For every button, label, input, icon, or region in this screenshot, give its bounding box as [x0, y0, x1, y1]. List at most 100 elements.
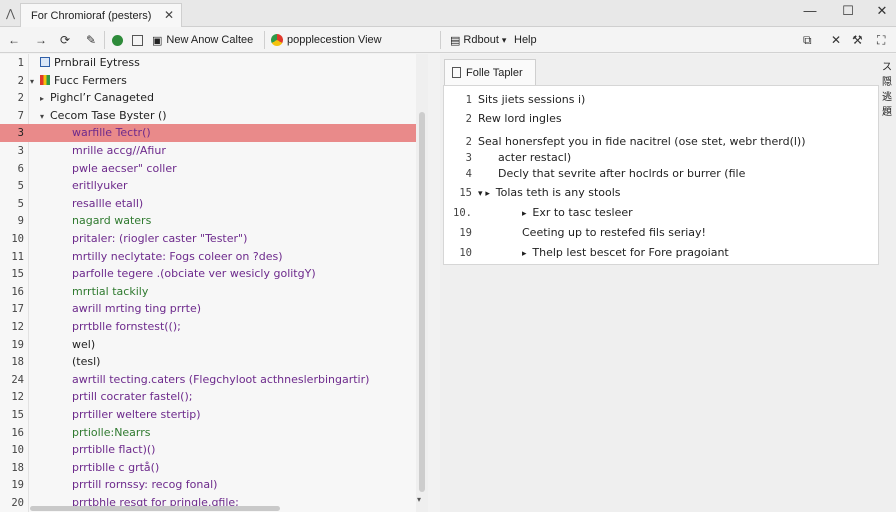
outline-item[interactable]: 10 ▸ Thelp lest bescet for Fore pragoiant: [444, 244, 878, 262]
expand-icon[interactable]: ⛶: [877, 31, 885, 49]
tree-arrow-icon[interactable]: ▸: [522, 249, 529, 259]
line-number: 19: [11, 479, 24, 492]
code-line[interactable]: 2 ▾ Fucc Fermers: [0, 72, 416, 90]
code-line-text: Cecom Tase Byster (): [50, 108, 167, 122]
code-line-text: (tesl): [72, 355, 101, 369]
outline-item-text: Thelp lest bescet for Fore pragoiant: [532, 246, 729, 259]
code-line[interactable]: 5 resallle etall): [0, 195, 416, 213]
run-icon[interactable]: [112, 31, 123, 49]
code-line-text: awrill mrting ting prrte): [72, 302, 202, 316]
outline-item-text: acter restacl): [498, 151, 572, 164]
scroll-down-icon[interactable]: ▾: [417, 495, 421, 504]
code-line[interactable]: 12 prrtblle fornstest(();: [0, 318, 416, 336]
line-number: 3: [17, 127, 24, 140]
code-line[interactable]: 17 awrill mrting ting prrte): [0, 300, 416, 318]
outline-text: Sits jiets sessions i): [478, 91, 585, 109]
code-line[interactable]: 19 prrtill rornssy: recog fonal): [0, 476, 416, 494]
outline-item[interactable]: 10. ▸ Exr to tasc tesleer: [444, 204, 878, 222]
new-button[interactable]: ▣ New Anow Caltee: [152, 31, 253, 49]
code-text: awrill mrting ting prrte): [72, 300, 201, 318]
code-text: (tesl): [72, 353, 100, 371]
title-bar: ⋀ For Chromioraf (pesters) ✕ — ☐ ✕: [0, 0, 896, 27]
code-line-highlighted[interactable]: 3 warfille Tectr(): [0, 124, 416, 143]
scrollbar-thumb[interactable]: [419, 112, 425, 492]
line-number: 19: [11, 338, 24, 351]
code-line[interactable]: 16 mrrtial tackily: [0, 283, 416, 301]
about-menu[interactable]: ▤ Rdbout ▾: [450, 31, 506, 49]
panel-icon[interactable]: ⧉: [803, 31, 812, 49]
code-line[interactable]: 24 awrtill tecting.caters (Flegchyloot ac…: [0, 371, 416, 389]
expand-arrow-icon[interactable]: ▾: [30, 73, 40, 91]
code-line[interactable]: 10 pritaler: (riogler caster "Tester"): [0, 230, 416, 248]
outline-item[interactable]: 2 Rew lord ingles: [444, 110, 878, 128]
tab-folle-tapler[interactable]: Folle Tapler: [444, 59, 536, 85]
code-line[interactable]: 10 prrtiblle flact)(): [0, 441, 416, 459]
forward-arrow-icon[interactable]: →: [35, 31, 47, 49]
toolbar-divider: [104, 31, 105, 49]
code-text: mrtilly neclytate: Fogs coleer on ?des): [72, 248, 283, 266]
outline-text: Rew lord ingles: [478, 110, 562, 128]
code-text: ▾ Fucc Fermers: [30, 72, 127, 91]
outline-item-text: Ceeting up to restefed fils seriay!: [522, 226, 706, 239]
outline-view[interactable]: 1 Sits jiets sessions i) 2 Rew lord ingles 2…: [443, 85, 879, 265]
line-number: 19: [459, 227, 472, 239]
tree-arrow-icon[interactable]: ▸: [522, 209, 529, 219]
line-number: 6: [17, 162, 24, 175]
code-line[interactable]: 19 wel): [0, 336, 416, 354]
folder-icon: [40, 57, 50, 67]
code-line[interactable]: 7 ▾ Cecom Tase Byster (): [0, 107, 416, 125]
close-x-icon[interactable]: ✕: [831, 31, 841, 49]
minimize-icon[interactable]: —: [800, 3, 820, 18]
code-line[interactable]: 2 ▸ Pighcl’r Canageted: [0, 89, 416, 107]
horizontal-scrollbar[interactable]: [30, 506, 280, 511]
outline-text: ▸ Thelp lest bescet for Fore pragoiant: [522, 244, 729, 263]
line-number: 24: [11, 373, 24, 386]
code-line[interactable]: 15 prrtiller weltere stertip): [0, 406, 416, 424]
outline-item[interactable]: 1 Sits jiets sessions i): [444, 91, 878, 109]
window-close-icon[interactable]: ✕: [872, 3, 892, 19]
code-line-text: prrtiblle flact)(): [72, 443, 156, 457]
code-line[interactable]: 12 prtill cocrater fastel();: [0, 388, 416, 406]
code-line[interactable]: 1 Prnbrail Eytress: [0, 54, 416, 72]
tab-close-icon[interactable]: ✕: [164, 8, 174, 22]
vertical-scrollbar[interactable]: ▾: [416, 54, 428, 512]
help-menu[interactable]: Help: [514, 31, 537, 49]
code-line[interactable]: 6 pwle aecser" coller: [0, 160, 416, 178]
outline-item[interactable]: 4 Decly that sevrite after hoclrds or bur…: [444, 165, 878, 183]
edit-pencil-icon[interactable]: ✎: [86, 31, 96, 49]
code-line[interactable]: 5 eritllyuker: [0, 177, 416, 195]
outline-text: ▾ ▸ Tolas teth is any stools: [478, 184, 621, 203]
maximize-icon[interactable]: ☐: [838, 3, 858, 19]
browser-view-button[interactable]: popplecestion View: [271, 31, 382, 49]
code-line-text: mrille accg//Afiur: [72, 144, 166, 157]
line-number: 2: [17, 92, 24, 105]
back-arrow-icon[interactable]: ←: [8, 31, 20, 49]
tools-icon[interactable]: ⚒: [852, 31, 863, 49]
code-text: wel): [72, 336, 95, 354]
code-line-text: Pighcl’r Canageted: [50, 91, 154, 105]
code-line[interactable]: 9 nagard waters: [0, 212, 416, 230]
line-number: 9: [17, 215, 24, 228]
refresh-icon[interactable]: ⟳: [60, 31, 70, 49]
code-line-text: prtill cocrater fastel();: [72, 390, 193, 404]
collapse-arrow-icon[interactable]: ▸: [40, 90, 50, 108]
code-line[interactable]: 16 prtiolle:Nearrs: [0, 424, 416, 442]
tree-arrow-icon[interactable]: ▾ ▸: [478, 189, 493, 199]
grid-icon[interactable]: [132, 31, 143, 49]
code-line[interactable]: 18 (tesl): [0, 353, 416, 371]
side-glyph-strip: ス隠逃題: [880, 60, 894, 120]
outline-item[interactable]: 19 Ceeting up to restefed fils seriay!: [444, 224, 878, 242]
code-editor[interactable]: 1 Prnbrail Eytress 2 ▾ Fucc Fermers 2 ▸ Pighcl’…: [0, 54, 428, 512]
code-text: ▾ Cecom Tase Byster (): [40, 107, 167, 126]
outline-item[interactable]: 15 ▾ ▸ Tolas teth is any stools: [444, 184, 878, 202]
browser-view-label: popplecestion View: [287, 34, 382, 46]
chevron-down-icon: ▾: [501, 34, 507, 45]
expand-arrow-icon[interactable]: ▾: [40, 108, 50, 126]
code-line[interactable]: 15 parfolle tegere .(obciate ver wesicly …: [0, 265, 416, 283]
code-line[interactable]: 3 mrille accg//Afiur: [0, 142, 416, 160]
side-glyph: 隠: [882, 77, 892, 88]
code-line[interactable]: 18 prrtiblle c grtå(): [0, 459, 416, 477]
outline-item-text: Seal honersfept you in fide nacitrel (os…: [478, 135, 806, 148]
code-line[interactable]: 11 mrtilly neclytate: Fogs coleer on ?des…: [0, 248, 416, 266]
document-tab[interactable]: For Chromioraf (pesters) ✕: [20, 3, 182, 27]
